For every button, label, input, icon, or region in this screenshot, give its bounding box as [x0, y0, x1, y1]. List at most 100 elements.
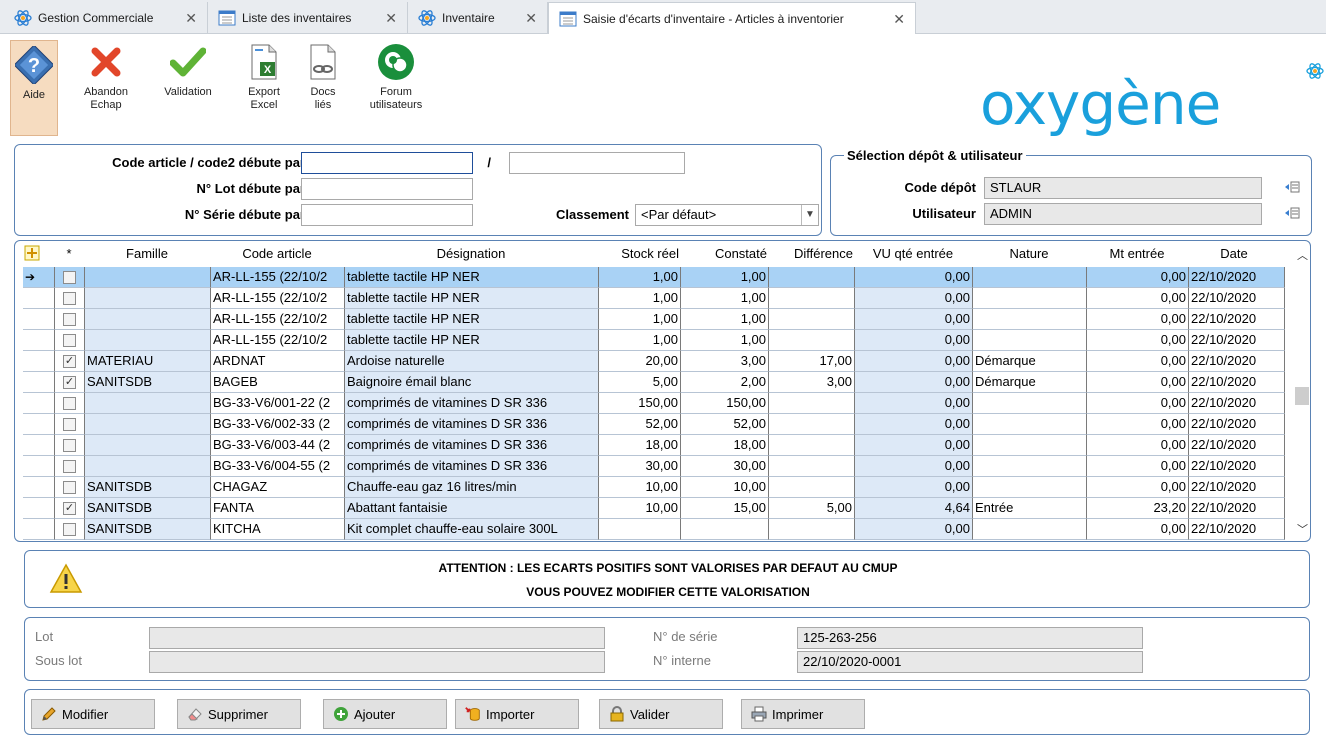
cell-code[interactable]: ARDNAT — [211, 351, 345, 372]
cell-designation[interactable]: comprimés de vitamines D SR 336 — [345, 393, 599, 414]
table-row[interactable]: ✓ MATERIAU ARDNAT Ardoise naturelle 20,00 3,0… — [23, 351, 1285, 372]
cell-constate[interactable]: 1,00 — [681, 309, 769, 330]
cell-designation[interactable]: Ardoise naturelle — [345, 351, 599, 372]
cell-diff[interactable]: 3,00 — [769, 372, 855, 393]
cell-vu[interactable]: 0,00 — [855, 456, 973, 477]
code2-input[interactable] — [509, 152, 685, 174]
cell-vu[interactable]: 0,00 — [855, 435, 973, 456]
cell-designation[interactable]: comprimés de vitamines D SR 336 — [345, 456, 599, 477]
interne-input[interactable]: 22/10/2020-0001 — [797, 651, 1143, 673]
cell-designation[interactable]: Chauffe-eau gaz 16 litres/min — [345, 477, 599, 498]
cell-mt[interactable]: 0,00 — [1087, 351, 1189, 372]
cell-mt[interactable]: 0,00 — [1087, 435, 1189, 456]
cell-mt[interactable]: 0,00 — [1087, 372, 1189, 393]
row-checkbox[interactable] — [63, 334, 76, 347]
cell-mt[interactable]: 0,00 — [1087, 393, 1189, 414]
cell-code[interactable]: BAGEB — [211, 372, 345, 393]
cell-mt[interactable]: 0,00 — [1087, 309, 1189, 330]
cell-nature[interactable] — [973, 393, 1087, 414]
serie-detail-input[interactable]: 125-263-256 — [797, 627, 1143, 649]
lot-input[interactable] — [301, 178, 473, 200]
cell-vu[interactable]: 0,00 — [855, 372, 973, 393]
row-checkbox[interactable] — [63, 523, 76, 536]
cell-mt[interactable]: 0,00 — [1087, 477, 1189, 498]
cell-vu[interactable]: 4,64 — [855, 498, 973, 519]
cell-vu[interactable]: 0,00 — [855, 330, 973, 351]
cell-date[interactable]: 22/10/2020 — [1189, 309, 1285, 330]
table-row[interactable]: BG-33-V6/001-22 (2 comprimés de vitamines… — [23, 393, 1285, 414]
col-stock-reel[interactable]: Stock réel — [599, 245, 679, 263]
cell-mt[interactable]: 0,00 — [1087, 456, 1189, 477]
scroll-down-icon[interactable]: ﹀ — [1297, 521, 1308, 537]
cell-constate[interactable]: 2,00 — [681, 372, 769, 393]
cell-vu[interactable]: 0,00 — [855, 477, 973, 498]
cell-nature[interactable]: Démarque — [973, 372, 1087, 393]
cell-diff[interactable]: 17,00 — [769, 351, 855, 372]
cell-vu[interactable]: 0,00 — [855, 393, 973, 414]
col-difference[interactable]: Différence — [769, 245, 853, 263]
vertical-scrollbar[interactable]: ︿ ﹀ — [1295, 245, 1309, 539]
cell-code[interactable]: AR-LL-155 (22/10/2 — [211, 309, 345, 330]
lot-detail-input[interactable] — [149, 627, 605, 649]
cell-constate[interactable]: 150,00 — [681, 393, 769, 414]
col-star[interactable]: * — [55, 245, 83, 263]
list-select-icon[interactable] — [1284, 180, 1300, 194]
cell-designation[interactable]: Abattant fantaisie — [345, 498, 599, 519]
table-row[interactable]: ✓ SANITSDB BAGEB Baignoire émail blanc 5,00 2… — [23, 372, 1285, 393]
cell-date[interactable]: 22/10/2020 — [1189, 456, 1285, 477]
cell-date[interactable]: 22/10/2020 — [1189, 414, 1285, 435]
cell-famille[interactable]: MATERIAU — [85, 351, 211, 372]
col-date[interactable]: Date — [1189, 245, 1279, 263]
cell-stock[interactable]: 150,00 — [599, 393, 681, 414]
col-constate[interactable]: Constaté — [681, 245, 767, 263]
cell-code[interactable]: CHAGAZ — [211, 477, 345, 498]
table-row[interactable]: BG-33-V6/004-55 (2 comprimés de vitamines… — [23, 456, 1285, 477]
row-checkbox-cell[interactable]: ✓ — [55, 372, 85, 393]
cell-constate[interactable]: 1,00 — [681, 267, 769, 288]
cell-constate[interactable] — [681, 519, 769, 540]
cell-stock[interactable]: 1,00 — [599, 288, 681, 309]
cell-diff[interactable] — [769, 456, 855, 477]
row-indicator[interactable] — [23, 372, 55, 393]
cell-constate[interactable]: 1,00 — [681, 288, 769, 309]
cell-code[interactable]: BG-33-V6/003-44 (2 — [211, 435, 345, 456]
cell-designation[interactable]: Kit complet chauffe-eau solaire 300L — [345, 519, 599, 540]
cell-mt[interactable]: 0,00 — [1087, 330, 1189, 351]
code-article-input[interactable] — [301, 152, 473, 174]
row-checkbox-cell[interactable] — [55, 435, 85, 456]
col-nature[interactable]: Nature — [973, 245, 1085, 263]
export-excel-button[interactable]: X Export Excel — [234, 42, 294, 112]
add-column-icon[interactable] — [23, 245, 41, 263]
cell-stock[interactable]: 5,00 — [599, 372, 681, 393]
cell-nature[interactable] — [973, 519, 1087, 540]
cell-date[interactable]: 22/10/2020 — [1189, 330, 1285, 351]
cell-stock[interactable] — [599, 519, 681, 540]
chevron-down-icon[interactable]: ▼ — [801, 205, 818, 225]
cell-date[interactable]: 22/10/2020 — [1189, 393, 1285, 414]
cell-stock[interactable]: 10,00 — [599, 477, 681, 498]
cell-designation[interactable]: comprimés de vitamines D SR 336 — [345, 435, 599, 456]
row-checkbox-cell[interactable] — [55, 456, 85, 477]
cell-date[interactable]: 22/10/2020 — [1189, 498, 1285, 519]
row-checkbox-cell[interactable] — [55, 309, 85, 330]
row-checkbox-cell[interactable] — [55, 267, 85, 288]
cell-mt[interactable]: 0,00 — [1087, 267, 1189, 288]
cell-designation[interactable]: tablette tactile HP NER — [345, 309, 599, 330]
row-checkbox-cell[interactable] — [55, 288, 85, 309]
row-checkbox[interactable]: ✓ — [63, 376, 76, 389]
cell-constate[interactable]: 3,00 — [681, 351, 769, 372]
row-indicator[interactable] — [23, 288, 55, 309]
cell-stock[interactable]: 1,00 — [599, 267, 681, 288]
row-checkbox-cell[interactable] — [55, 414, 85, 435]
classement-select[interactable]: <Par défaut> ▼ — [635, 204, 819, 226]
cell-stock[interactable]: 10,00 — [599, 498, 681, 519]
close-icon[interactable]: ✕ — [385, 10, 397, 27]
cell-date[interactable]: 22/10/2020 — [1189, 519, 1285, 540]
importer-button[interactable]: Importer — [455, 699, 579, 729]
row-indicator[interactable] — [23, 477, 55, 498]
row-checkbox[interactable] — [63, 313, 76, 326]
cell-vu[interactable]: 0,00 — [855, 267, 973, 288]
row-checkbox-cell[interactable] — [55, 519, 85, 540]
cell-stock[interactable]: 20,00 — [599, 351, 681, 372]
cell-famille[interactable]: SANITSDB — [85, 372, 211, 393]
